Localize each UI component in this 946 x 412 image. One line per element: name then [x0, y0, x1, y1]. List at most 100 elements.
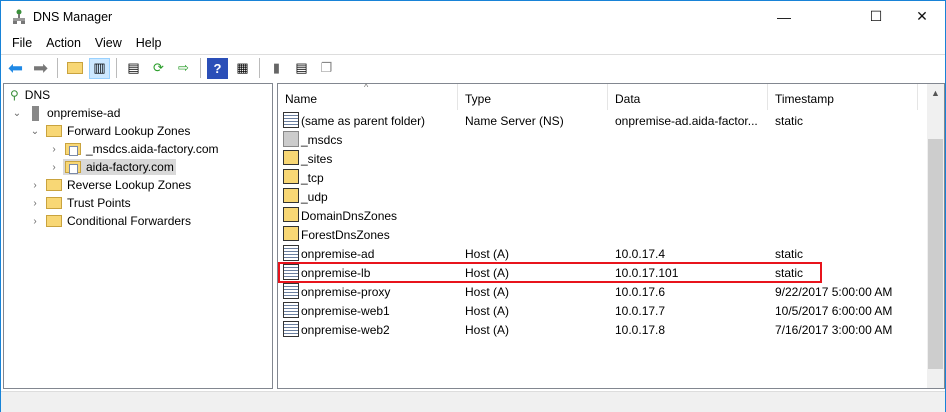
record-icon — [283, 321, 299, 337]
table-row[interactable]: onpremise-web1 Host (A) 10.0.17.7 10/5/2… — [278, 301, 928, 320]
copy-record-icon[interactable]: ❐ — [316, 58, 337, 79]
menu-bar: File Action View Help — [1, 33, 945, 53]
record-icon[interactable]: ▤ — [291, 58, 312, 79]
zone-icon — [65, 161, 81, 174]
table-row[interactable]: _udp — [278, 187, 928, 206]
tree-node-dns[interactable]: ⚲ DNS — [10, 86, 50, 104]
minimize-button[interactable]: — — [761, 1, 807, 32]
cell-timestamp: 7/16/2017 3:00:00 AM — [775, 322, 893, 337]
tree-label: Reverse Lookup Zones — [67, 178, 192, 192]
tree-node-conditional-forwarders[interactable]: › Conditional Forwarders — [28, 212, 191, 230]
toolbar: ⬅ ➡ ▥ ▤ ⟳ ⇨ ? ▦ ▮ ▤ ❐ — [1, 54, 945, 81]
cell-type: Host (A) — [465, 322, 510, 337]
back-arrow-icon[interactable]: ⬅ — [5, 58, 26, 79]
chevron-right-icon[interactable]: › — [47, 144, 61, 155]
toolbar-separator — [259, 58, 260, 78]
table-row[interactable]: ForestDnsZones — [278, 225, 928, 244]
cell-name: onpremise-proxy — [301, 284, 391, 299]
forward-arrow-icon[interactable]: ➡ — [30, 58, 51, 79]
cell-name: ForestDnsZones — [301, 227, 390, 242]
tree-node-trust-points[interactable]: › Trust Points — [28, 194, 131, 212]
folder-icon — [283, 207, 299, 222]
table-row[interactable]: onpremise-proxy Host (A) 10.0.17.6 9/22/… — [278, 282, 928, 301]
column-header-name[interactable]: ^ Name — [278, 82, 458, 110]
menu-action[interactable]: Action — [39, 33, 88, 53]
maximize-button[interactable]: ☐ — [853, 1, 899, 32]
chevron-right-icon[interactable]: › — [28, 180, 42, 191]
cell-data: 10.0.17.6 — [615, 284, 666, 299]
tree-node-zone-msdcs[interactable]: › _msdcs.aida-factory.com — [47, 140, 219, 158]
highlight-box — [278, 262, 822, 283]
record-icon — [283, 112, 299, 128]
table-row[interactable]: onpremise-web2 Host (A) 10.0.17.8 7/16/2… — [278, 320, 928, 339]
menu-file[interactable]: File — [5, 33, 39, 53]
folder-icon — [46, 179, 62, 191]
dns-icon: ⚲ — [10, 88, 19, 102]
chevron-right-icon[interactable]: › — [28, 216, 42, 227]
cell-timestamp: 10/5/2017 6:00:00 AM — [775, 303, 893, 318]
cell-name: _msdcs — [301, 132, 343, 147]
scrollbar-thumb[interactable] — [928, 139, 943, 369]
column-header-data[interactable]: Data — [608, 84, 768, 110]
status-bar — [1, 391, 945, 412]
export-list-icon[interactable]: ⇨ — [173, 58, 194, 79]
column-label: Name — [285, 92, 318, 106]
up-folder-icon[interactable] — [64, 58, 85, 79]
table-row[interactable]: _msdcs — [278, 130, 928, 149]
cell-type: Name Server (NS) — [465, 113, 564, 128]
folder-icon — [46, 125, 62, 137]
cell-data: onpremise-ad.aida-factor... — [615, 113, 758, 128]
table-row[interactable]: onpremise-ad Host (A) 10.0.17.4 static — [278, 244, 928, 263]
properties-icon[interactable]: ▤ — [123, 58, 144, 79]
cell-name: onpremise-web2 — [301, 322, 390, 337]
cell-name: _udp — [301, 189, 328, 204]
server-icon[interactable]: ▮ — [266, 58, 287, 79]
tree-label: Trust Points — [67, 196, 131, 210]
refresh-icon[interactable]: ⟳ — [148, 58, 169, 79]
chevron-right-icon[interactable]: › — [28, 198, 42, 209]
tree-node-reverse-lookup-zones[interactable]: › Reverse Lookup Zones — [28, 176, 191, 194]
chevron-down-icon[interactable]: ⌄ — [28, 126, 42, 137]
menu-help[interactable]: Help — [129, 33, 169, 53]
title-bar: DNS Manager — ☐ ✕ — [1, 1, 945, 32]
table-row[interactable]: DomainDnsZones — [278, 206, 928, 225]
cell-data: 10.0.17.7 — [615, 303, 666, 318]
vertical-scrollbar[interactable]: ▲ — [927, 84, 944, 388]
close-button[interactable]: ✕ — [899, 1, 945, 32]
server-icon — [32, 105, 39, 121]
cell-timestamp: static — [775, 246, 804, 261]
tree-node-zone-aida-factory[interactable]: › aida-factory.com — [47, 158, 176, 176]
column-header-type[interactable]: Type — [458, 84, 608, 110]
help-icon[interactable]: ? — [207, 57, 228, 79]
folder-icon — [46, 215, 62, 227]
show-hide-console-tree-icon[interactable]: ▥ — [89, 57, 110, 79]
folder-icon — [46, 197, 62, 209]
tree-label: aida-factory.com — [86, 160, 174, 174]
delegation-icon — [283, 131, 299, 147]
chevron-down-icon[interactable]: ⌄ — [10, 108, 24, 119]
chevron-right-icon[interactable]: › — [47, 162, 61, 173]
table-row[interactable]: _sites — [278, 149, 928, 168]
menu-view[interactable]: View — [88, 33, 129, 53]
cell-type: Host (A) — [465, 246, 510, 261]
records-list: ^ Name Type Data Timestamp (same as paren… — [277, 82, 945, 389]
tree-label: Forward Lookup Zones — [67, 124, 191, 138]
table-row[interactable]: _tcp — [278, 168, 928, 187]
cell-name: _tcp — [301, 170, 324, 185]
action-pane-icon[interactable]: ▦ — [232, 58, 253, 79]
tree-label: _msdcs.aida-factory.com — [86, 142, 219, 156]
folder-icon — [283, 169, 299, 184]
sort-ascending-icon: ^ — [364, 82, 369, 92]
cell-type: Host (A) — [465, 284, 510, 299]
folder-icon — [283, 226, 299, 241]
tree-node-server[interactable]: ⌄ onpremise-ad — [10, 104, 120, 122]
cell-name: DomainDnsZones — [301, 208, 398, 223]
tree-node-forward-lookup-zones[interactable]: ⌄ Forward Lookup Zones — [28, 122, 191, 140]
column-header-timestamp[interactable]: Timestamp — [768, 84, 918, 110]
table-row[interactable]: (same as parent folder) Name Server (NS)… — [278, 111, 928, 130]
list-header: ^ Name Type Data Timestamp — [278, 82, 928, 110]
folder-icon — [283, 150, 299, 165]
cell-data: 10.0.17.4 — [615, 246, 666, 261]
cell-name: onpremise-ad — [301, 246, 375, 261]
scroll-up-icon[interactable]: ▲ — [931, 88, 940, 98]
